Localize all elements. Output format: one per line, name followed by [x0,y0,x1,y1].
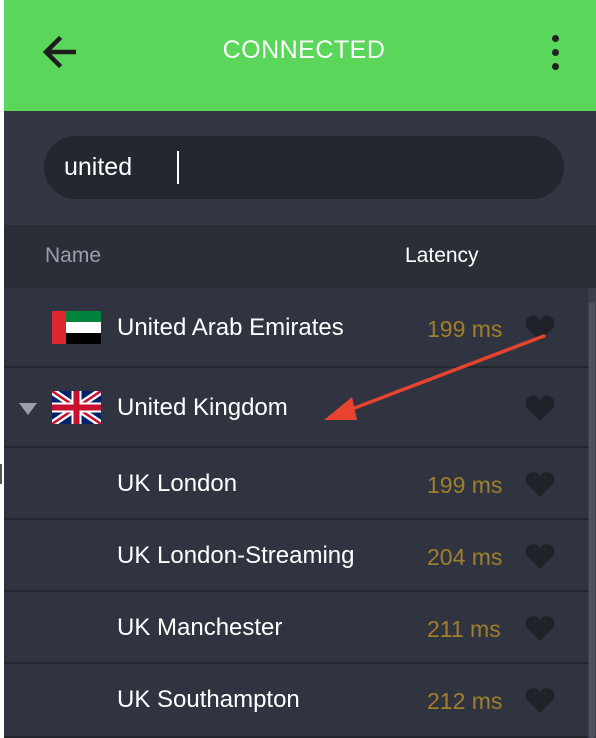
favorite-button[interactable] [525,614,555,642]
connection-status-header: CONNECTED [4,0,596,111]
server-list: United Arab Emirates 199 ms United Kingd… [4,288,588,738]
text-caret [177,151,179,184]
country-label: United Arab Emirates [117,314,344,341]
uae-flag-icon [52,311,101,344]
heart-icon [525,471,555,497]
name-column-header[interactable]: Name [45,244,101,268]
server-label: UK London [117,470,238,497]
search-box[interactable] [44,136,564,199]
server-row-uk-london[interactable]: UK London 199 ms [4,448,588,520]
favorite-button[interactable] [525,542,555,570]
latency-column-header[interactable]: Latency [405,244,479,268]
latency-value: 199 ms [427,472,503,498]
server-label: UK Manchester [117,614,283,641]
latency-value: 199 ms [427,316,503,342]
heart-icon [525,395,555,421]
favorite-button[interactable] [525,314,555,342]
uk-flag-icon [52,391,101,424]
list-scrollbar[interactable] [588,288,596,738]
scrollbar-thumb[interactable] [589,302,595,738]
country-row-united-arab-emirates[interactable]: United Arab Emirates 199 ms [4,288,588,368]
latency-value: 211 ms [427,616,501,642]
favorite-button[interactable] [525,686,555,714]
country-label: United Kingdom [117,394,288,421]
search-area [4,111,596,225]
heart-icon [525,615,555,641]
server-row-uk-manchester[interactable]: UK Manchester 211 ms [4,592,588,664]
server-label: UK London-Streaming [117,542,355,569]
kebab-menu-dot [551,48,559,56]
country-row-united-kingdom[interactable]: United Kingdom [4,368,588,448]
kebab-menu-icon [551,34,559,42]
vpn-server-list-window: CONNECTED Name Latency [4,0,596,738]
heart-icon [525,315,555,341]
more-options-button[interactable] [540,28,570,76]
background-window-fragment [0,464,2,484]
latency-value: 212 ms [427,688,503,714]
search-input[interactable] [64,136,534,199]
favorite-button[interactable] [525,394,555,422]
server-label: UK Southampton [117,686,300,713]
heart-icon [525,543,555,569]
favorite-button[interactable] [525,470,555,498]
server-row-uk-london-streaming[interactable]: UK London-Streaming 204 ms [4,520,588,592]
collapse-triangle-icon[interactable] [18,402,38,416]
kebab-menu-dot [551,62,559,70]
latency-value: 204 ms [427,544,503,570]
heart-icon [525,687,555,713]
connection-status-title: CONNECTED [222,36,386,64]
column-header-row: Name Latency [4,225,596,288]
server-row-uk-southampton[interactable]: UK Southampton 212 ms [4,664,588,738]
